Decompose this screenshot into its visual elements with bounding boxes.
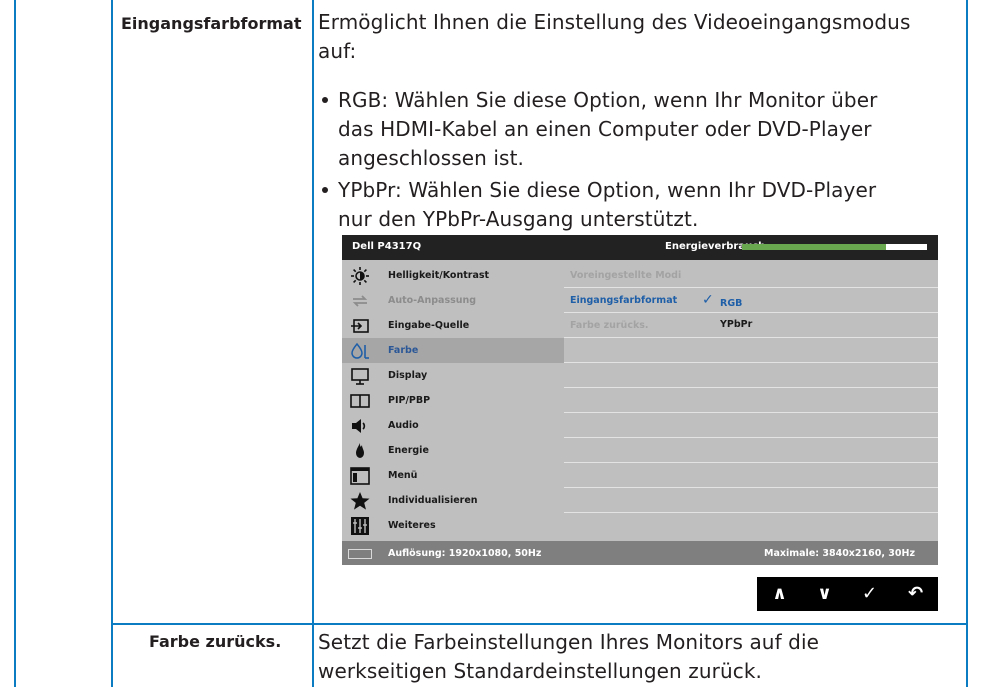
energy-icon <box>356 443 364 458</box>
submenu-row-input-color-format[interactable]: Eingangsfarbformat ✓ RGB <box>564 288 938 313</box>
bullet-line: YPbPr: Wählen Sie diese Option, wenn Ihr… <box>338 178 877 202</box>
option-rgb[interactable]: RGB <box>720 298 742 309</box>
menu-item-menu[interactable]: Menü <box>342 463 564 488</box>
submenu-empty-row <box>564 438 938 463</box>
option-ypbpr[interactable]: YPbPr <box>720 319 752 330</box>
menu-item-label: Farbe <box>388 345 419 356</box>
menu-item-auto-adjust[interactable]: Auto-Anpassung <box>342 288 564 313</box>
description-line: Setzt die Farbeinstellungen Ihres Monito… <box>318 630 820 654</box>
input-source-icon <box>351 319 369 333</box>
check-icon: ✓ <box>702 292 714 308</box>
submenu-label: Voreingestellte Modi <box>570 270 682 281</box>
osd-model-title: Dell P4317Q <box>352 241 422 252</box>
osd-color-submenu: Voreingestellte Modi Eingangsfarbformat … <box>564 260 938 541</box>
back-icon[interactable]: ↶ <box>893 577 938 611</box>
bullet-line: das HDMI-Kabel an einen Computer oder DV… <box>338 117 872 141</box>
energy-meter-fill <box>742 244 887 250</box>
submenu-label: Farbe zurücks. <box>570 320 649 331</box>
submenu-empty-row <box>564 413 938 438</box>
osd-header: Dell P4317Q Energieverbrauch <box>342 235 938 260</box>
bullet-line: nur den YPbPr-Ausgang unterstützt. <box>338 207 699 231</box>
menu-item-energy[interactable]: Energie <box>342 438 564 463</box>
submenu-empty-row <box>564 488 938 513</box>
menu-item-brightness-contrast[interactable]: Helligkeit/Kontrast <box>342 263 564 288</box>
bullet-dot <box>322 97 328 103</box>
submenu-empty-row <box>564 338 938 363</box>
submenu-empty-row <box>564 363 938 388</box>
menu-item-label: PIP/PBP <box>388 395 431 406</box>
menu-item-label: Auto-Anpassung <box>388 295 477 306</box>
menu-item-label: Individualisieren <box>388 495 478 506</box>
others-icon <box>351 517 369 535</box>
color-icon <box>351 342 369 359</box>
osd-footer: Auflösung: 1920x1080, 50Hz Maximale: 384… <box>342 541 938 565</box>
connector-icon <box>348 549 372 559</box>
description-line: Ermöglicht Ihnen die Einstellung des Vid… <box>318 10 911 34</box>
setting-name-reset-color: Farbe zurücks. <box>149 632 282 651</box>
menu-item-pip-pbp[interactable]: PIP/PBP <box>342 388 564 413</box>
audio-icon <box>352 419 366 433</box>
bullet-line: angeschlossen ist. <box>338 146 524 170</box>
osd-main-menu: Helligkeit/Kontrast Auto-Anpassung Einga… <box>342 260 564 541</box>
table-border-right <box>966 0 968 687</box>
down-icon[interactable]: ∨ <box>802 577 847 611</box>
display-icon <box>351 368 369 385</box>
menu-item-personalize[interactable]: Individualisieren <box>342 488 564 513</box>
menu-item-label: Audio <box>388 420 419 431</box>
maximum-resolution: Maximale: 3840x2160, 30Hz <box>764 548 915 559</box>
submenu-empty-row <box>564 463 938 488</box>
up-icon[interactable]: ∧ <box>757 577 802 611</box>
submenu-label: Eingangsfarbformat <box>570 295 678 306</box>
brightness-icon <box>351 267 369 285</box>
table-divider-2 <box>312 0 314 687</box>
menu-item-label: Menü <box>388 470 418 481</box>
menu-item-label: Energie <box>388 445 429 456</box>
menu-item-input-source[interactable]: Eingabe-Quelle <box>342 313 564 338</box>
menu-item-label: Helligkeit/Kontrast <box>388 270 490 281</box>
table-border-left <box>14 0 16 687</box>
menu-item-label: Display <box>388 370 428 381</box>
energy-meter-remaining <box>886 244 927 250</box>
current-resolution: Auflösung: 1920x1080, 50Hz <box>388 548 542 559</box>
menu-item-display[interactable]: Display <box>342 363 564 388</box>
osd-menu-screenshot: Dell P4317Q Energieverbrauch Helligkeit/… <box>342 235 938 565</box>
star-icon <box>350 492 370 510</box>
menu-item-label: Weiteres <box>388 520 436 531</box>
energy-meter <box>742 244 927 250</box>
bullet-line: RGB: Wählen Sie diese Option, wenn Ihr M… <box>338 88 878 112</box>
pip-pbp-icon <box>350 394 370 408</box>
auto-adjust-icon <box>352 295 368 307</box>
submenu-empty-row <box>564 513 938 537</box>
submenu-row-preset-modes[interactable]: Voreingestellte Modi <box>564 263 938 288</box>
submenu-row-reset-color[interactable]: Farbe zurücks. YPbPr <box>564 313 938 338</box>
setting-name-input-color-format: Eingangsfarbformat <box>121 14 302 33</box>
description-line: werkseitigen Standardeinstellungen zurüc… <box>318 659 762 683</box>
check-icon[interactable]: ✓ <box>847 577 892 611</box>
table-row-separator <box>111 623 968 625</box>
osd-navigation-bar: ∧ ∨ ✓ ↶ <box>757 577 938 611</box>
menu-item-others[interactable]: Weiteres <box>342 513 564 538</box>
menu-icon <box>350 467 370 485</box>
description-line: auf: <box>318 39 357 63</box>
submenu-empty-row <box>564 388 938 413</box>
table-divider-1 <box>111 0 113 687</box>
menu-item-color[interactable]: Farbe <box>342 338 564 363</box>
bullet-dot <box>322 187 328 193</box>
menu-item-audio[interactable]: Audio <box>342 413 564 438</box>
menu-item-label: Eingabe-Quelle <box>388 320 470 331</box>
